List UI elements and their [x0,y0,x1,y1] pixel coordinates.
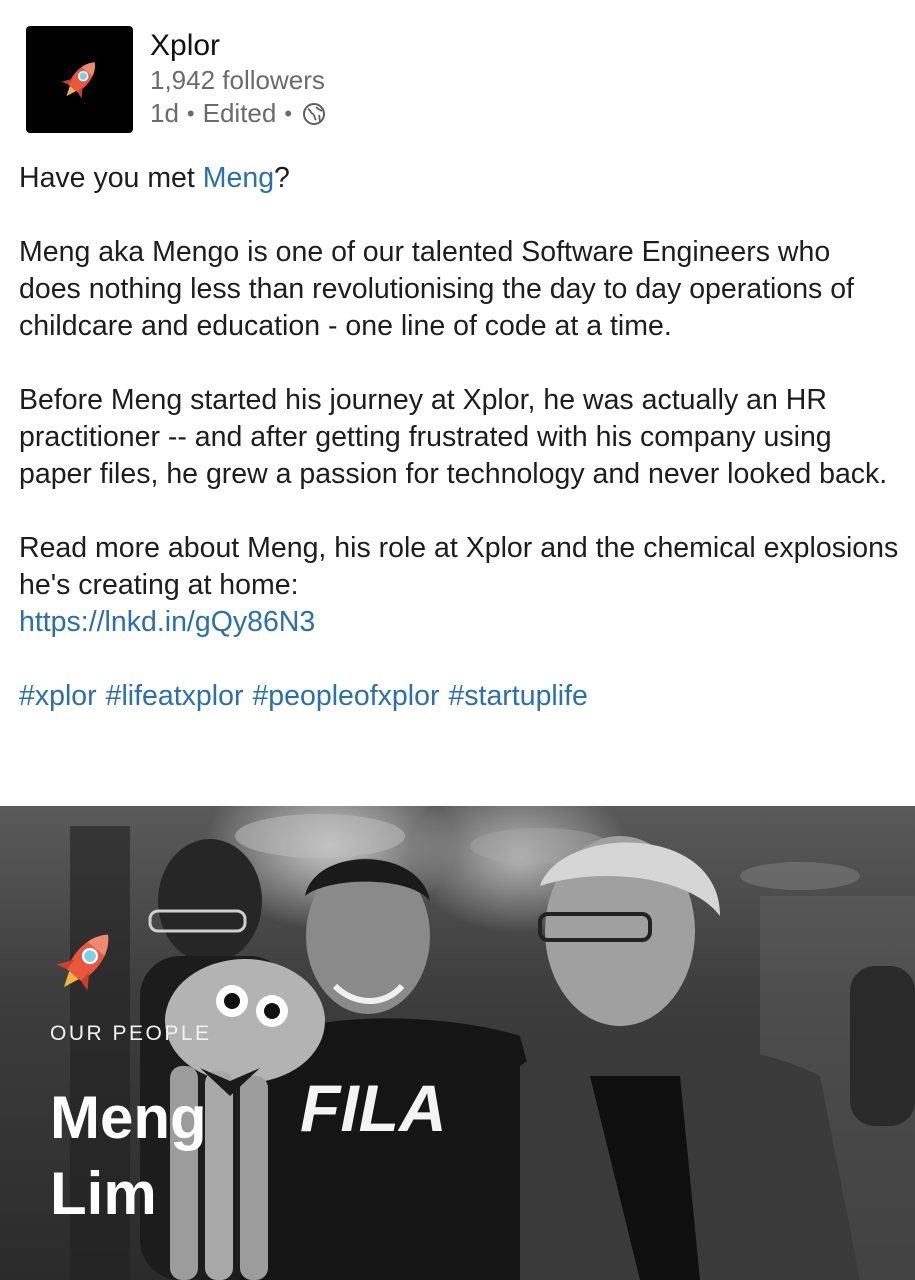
overlay-name: Meng Lim [50,1080,207,1232]
hashtag-peopleofxplor[interactable]: #peopleofxplor [252,680,439,712]
paragraph-1: Meng aka Mengo is one of our talented So… [19,236,854,342]
post-header: Xplor 1,942 followers 1d • Edited • [26,26,326,134]
intro-punctuation: ? [274,162,290,194]
rocket-icon [56,934,109,991]
hashtag-startuplife[interactable]: #startuplife [448,680,587,712]
intro-line: Have you met Meng? [19,160,899,197]
shirt-logo: FILA [300,1071,447,1145]
overlay-label: OUR PEOPLE [50,1022,212,1045]
post-meta: 1d • Edited • [150,97,326,130]
overlay-last-name: Lim [50,1160,157,1227]
paragraph-2: Before Meng started his journey at Xplor… [19,384,888,490]
author-info: Xplor 1,942 followers 1d • Edited • [150,28,326,134]
intro-text: Have you met [19,162,203,194]
company-avatar[interactable] [26,26,133,133]
read-more-text: Read more about Meng, his role at Xplor … [19,532,899,601]
article-link[interactable]: https://lnkd.in/gQy86N3 [19,606,315,638]
mention-link[interactable]: Meng [203,162,274,194]
linkedin-post: Xplor 1,942 followers 1d • Edited • Have… [0,0,915,1280]
rocket-icon [61,61,95,98]
paragraph-3: Read more about Meng, his role at Xplor … [19,530,899,641]
globe-icon [302,102,326,126]
hashtag-xplor[interactable]: #xplor [19,680,97,712]
hashtags: #xplor #lifeatxplor #peopleofxplor #startup… [19,678,899,715]
hashtag-lifeatxplor[interactable]: #lifeatxplor [106,680,244,712]
author-name[interactable]: Xplor [150,28,326,64]
post-age: 1d [150,98,179,128]
overlay-first-name: Meng [50,1084,207,1151]
follower-count: 1,942 followers [150,65,325,95]
separator-dot: • [186,101,195,126]
post-body: Have you met Meng? Meng aka Mengo is one… [19,160,899,752]
edited-label: Edited [202,98,277,128]
separator-dot: • [284,101,293,126]
